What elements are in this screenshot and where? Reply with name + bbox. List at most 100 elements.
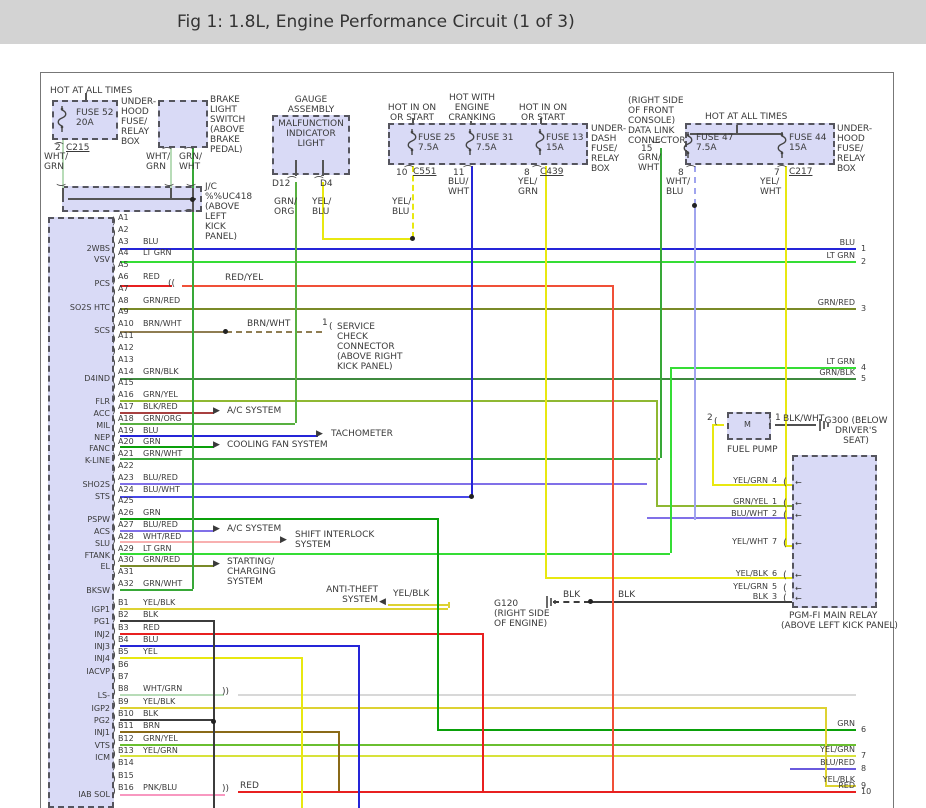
arrow-shift-interlock-icon: ▶ xyxy=(280,535,287,545)
wire-segment xyxy=(62,188,64,198)
ecm-pin-bracket-icon: ) xyxy=(112,664,116,674)
exit-number-2: 2 xyxy=(861,257,866,267)
ecm-pin-a4: A4 xyxy=(118,248,129,258)
ecm-pin-a3: A3 xyxy=(118,237,129,247)
exit-number-8: 8 xyxy=(861,764,866,774)
relay-pin-num-3: 3 xyxy=(772,592,777,602)
ecm-wire-label-a26: GRN xyxy=(143,508,161,518)
wire-segment xyxy=(736,125,738,133)
ecm-signal-b16: IAB SOL xyxy=(58,790,110,800)
ecm-wire-label-a6: RED xyxy=(143,272,160,282)
fuel-pump-bracket-left: ( xyxy=(714,417,718,427)
ecm-signal-a10: SCS xyxy=(58,326,110,336)
wire-segment xyxy=(120,794,225,796)
ecm-pin-a12: A12 xyxy=(118,343,134,353)
wire-segment xyxy=(226,331,322,333)
wire-segment xyxy=(322,160,324,176)
ecm-signal-a3: 2WBS xyxy=(58,244,110,254)
arrow-tachometer-icon: ▶ xyxy=(316,429,323,439)
ecm-signal-a19: NEP xyxy=(58,433,110,443)
ecm-signal-a6: PCS xyxy=(58,279,110,289)
ecm-pin-bracket-icon: ) xyxy=(112,323,116,333)
wire-brn-wht: BRN/WHT xyxy=(247,319,290,329)
relay-pin-num-2: 2 xyxy=(772,509,777,519)
ecm-pin-bracket-icon: ) xyxy=(112,406,116,416)
arrow-starting-charging-icon: ▶ xyxy=(213,559,220,569)
wire-segment xyxy=(120,446,214,448)
inline-connector-a6: (( xyxy=(168,279,175,289)
ecm-pin-bracket-icon: ) xyxy=(112,639,116,649)
exit-wire-label-5: GRN/BLK xyxy=(785,368,855,378)
ecm-pin-bracket-icon: ) xyxy=(112,602,116,612)
ecm-pin-b9: B9 xyxy=(118,697,129,707)
wire-segment xyxy=(170,188,172,198)
ecm-pin-bracket-icon: ) xyxy=(112,651,116,661)
wire-segment xyxy=(40,72,41,808)
wire-segment xyxy=(170,148,172,188)
wire-segment xyxy=(670,367,672,553)
wire-segment xyxy=(182,285,612,287)
ecm-pin-b11: B11 xyxy=(118,721,134,731)
relay-pin-label-6: YEL/BLK xyxy=(700,569,768,579)
relay-pin-label-1: GRN/YEL xyxy=(700,497,768,507)
exit-number-1: 1 xyxy=(861,244,866,254)
fuse-symbol-icon xyxy=(776,132,788,162)
dest-ac-system-1: A/C SYSTEM xyxy=(227,406,281,416)
relay-name-label: PGM-FI MAIN RELAY xyxy=(789,611,877,621)
ecm-pin-bracket-icon: ) xyxy=(112,787,116,797)
ecm-pin-bracket-icon: ) xyxy=(112,477,116,487)
connector-bracket-icon: ) xyxy=(163,183,173,187)
wire-segment xyxy=(120,248,856,250)
ecm-pin-a31: A31 xyxy=(118,567,134,577)
relay-pin-num-4: 4 xyxy=(772,476,777,486)
ecm-wire-label-b3: RED xyxy=(143,623,160,633)
ecm-pin-bracket-icon: ) xyxy=(112,524,116,534)
ecm-wire-label-a4: LT GRN xyxy=(143,248,172,258)
ecm-signal-a29: FTANK xyxy=(58,551,110,561)
relay-location-label: (ABOVE LEFT KICK PANEL) xyxy=(781,621,898,631)
connector-c439: C439 xyxy=(540,167,563,177)
ecm-pin-b14: B14 xyxy=(118,758,134,768)
wire-segment xyxy=(120,633,482,635)
wire-segment xyxy=(545,166,547,577)
service-connector-glyph: ( xyxy=(329,322,333,332)
ecm-pin-a30: A30 xyxy=(118,555,134,565)
ecm-wire-label-b4: BLU xyxy=(143,635,158,645)
ecm-signal-b13: ICM xyxy=(58,753,110,763)
ecm-pin-bracket-icon: ) xyxy=(112,359,116,369)
ecm-pin-bracket-icon: ) xyxy=(112,762,116,772)
wire-segment xyxy=(120,496,471,498)
wire-segment xyxy=(120,565,214,567)
wire-segment xyxy=(785,166,787,545)
exit-wire-label-1: BLU xyxy=(785,238,855,248)
ecm-pin-bracket-icon: ) xyxy=(112,382,116,392)
ecm-signal-b1: IGP1 xyxy=(58,605,110,615)
ecm-wire-label-a19: BLU xyxy=(143,426,158,436)
ecm-pin-b16: B16 xyxy=(118,783,134,793)
wire-segment xyxy=(295,182,297,423)
wire-segment xyxy=(694,205,696,520)
junction-dot xyxy=(190,197,195,202)
ecm-wire-label-b8: WHT/GRN xyxy=(143,684,182,694)
connector-bracket-icon: ) xyxy=(464,164,474,168)
relay-pin-arrow-icon: ← xyxy=(795,571,802,581)
ecm-pin-b6: B6 xyxy=(118,660,129,670)
ecm-pin-b13: B13 xyxy=(118,746,134,756)
fuse-25-label: FUSE 25 7.5A xyxy=(418,133,455,153)
ecm-pin-bracket-icon: ) xyxy=(112,676,116,686)
connector-bracket-icon: ) xyxy=(163,146,173,150)
arrow-ac-1-icon: ▶ xyxy=(213,406,220,416)
relay-pin-num-6: 6 xyxy=(772,569,777,579)
data-link-connector-label: (RIGHT SIDE OF FRONT CONSOLE) DATA LINK … xyxy=(628,96,686,146)
relay-pin-label-3: BLK xyxy=(700,592,768,602)
ecm-signal-a28: SLU xyxy=(58,539,110,549)
ecm-wire-label-b9: YEL/BLK xyxy=(143,697,175,707)
wire-segment xyxy=(120,331,226,333)
ecm-pin-bracket-icon: ) xyxy=(112,559,116,569)
exit-wire-label-6: GRN xyxy=(785,719,855,729)
wire-segment xyxy=(322,238,412,240)
connector-bracket-icon: ) xyxy=(185,208,195,212)
ecm-pin-b1: B1 xyxy=(118,598,129,608)
junction-dot xyxy=(211,719,216,724)
fuse-52-label: FUSE 52 20A xyxy=(76,108,113,128)
